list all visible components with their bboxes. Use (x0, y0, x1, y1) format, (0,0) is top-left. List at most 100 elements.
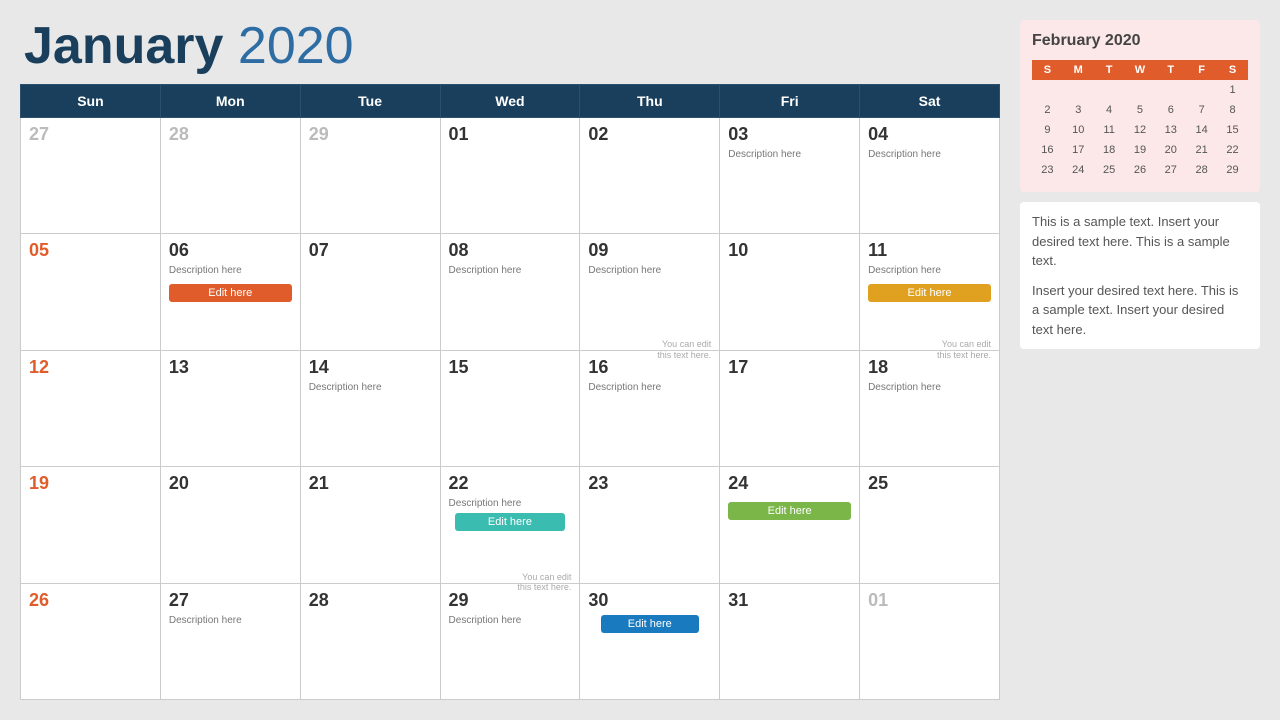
day-number: 31 (728, 590, 851, 611)
calendar-header-row: Sun Mon Tue Wed Thu Fri Sat (21, 85, 1000, 118)
calendar-day-1-1: 06 Description here Edit here (160, 234, 300, 350)
mini-day-4-3: 26 (1125, 160, 1156, 180)
mini-day-2-2: 11 (1094, 120, 1125, 140)
mini-day-4-4: 27 (1155, 160, 1186, 180)
calendar-day-0-1: 28 (160, 118, 300, 234)
edit-button[interactable]: Edit here (169, 284, 292, 302)
day-number: 30 (588, 590, 711, 611)
mini-day-1-3: 5 (1125, 100, 1156, 120)
calendar-day-4-5: 31 (720, 583, 860, 699)
day-note: You can edit this text here. (931, 339, 991, 361)
edit-button[interactable]: Edit here (601, 615, 699, 633)
calendar-day-1-3: 08Description here (440, 234, 580, 350)
mini-day-1-4: 6 (1155, 100, 1186, 120)
day-number: 14 (309, 357, 432, 378)
day-description: Description here (588, 265, 711, 276)
day-number: 28 (309, 590, 432, 611)
day-number: 07 (309, 240, 432, 261)
calendar-week-0: 272829010203Description here04Descriptio… (21, 118, 1000, 234)
day-description: Description here (169, 265, 292, 276)
mini-h-s1: S (1032, 60, 1063, 80)
day-description: Description here (449, 265, 572, 276)
day-number: 28 (169, 124, 292, 145)
day-number: 04 (868, 124, 991, 145)
calendar-week-4: 2627Description here28You can edit this … (21, 583, 1000, 699)
mini-day-0-6: 1 (1217, 80, 1248, 100)
calendar-day-4-6: 01 (860, 583, 1000, 699)
mini-calendar: S M T W T F S 12345678910111213141516171… (1032, 60, 1248, 180)
calendar-day-1-2: 07 (300, 234, 440, 350)
calendar-day-1-0: 05 (21, 234, 161, 350)
day-description: Description here (449, 615, 572, 626)
calendar-day-0-3: 01 (440, 118, 580, 234)
calendar-day-0-5: 03Description here (720, 118, 860, 234)
mini-calendar-container: February 2020 S M T W T F S 123456789101… (1020, 20, 1260, 192)
calendar-day-4-1: 27Description here (160, 583, 300, 699)
mini-day-1-5: 7 (1186, 100, 1217, 120)
mini-day-3-4: 20 (1155, 140, 1186, 160)
calendar-day-3-4: 23 (580, 467, 720, 583)
mini-h-t1: T (1094, 60, 1125, 80)
calendar-day-2-1: 13 (160, 350, 300, 466)
day-number: 09 (588, 240, 711, 261)
main-calendar: Sun Mon Tue Wed Thu Fri Sat 27 28 29 01 02 03… (20, 84, 1000, 700)
edit-button[interactable]: Edit here (728, 502, 851, 520)
edit-button[interactable]: Edit here (455, 513, 566, 531)
calendar-day-3-5: 24 Edit here (720, 467, 860, 583)
day-number: 02 (588, 124, 711, 145)
calendar-day-1-6: 11Description hereEdit here (860, 234, 1000, 350)
header-thu: Thu (580, 85, 720, 118)
mini-day-2-1: 10 (1063, 120, 1094, 140)
header-tue: Tue (300, 85, 440, 118)
mini-day-1-0: 2 (1032, 100, 1063, 120)
mini-day-2-6: 15 (1217, 120, 1248, 140)
sidebar-text-2: Insert your desired text here. This is a… (1032, 281, 1248, 340)
calendar-day-2-4: You can edit this text here.16Descriptio… (580, 350, 720, 466)
day-note: You can edit this text here. (511, 572, 571, 594)
sidebar: February 2020 S M T W T F S 123456789101… (1020, 20, 1260, 700)
mini-day-0-0 (1032, 80, 1063, 100)
mini-day-1-2: 4 (1094, 100, 1125, 120)
calendar-day-4-2: 28 (300, 583, 440, 699)
day-number: 05 (29, 240, 152, 261)
day-note: You can edit this text here. (651, 339, 711, 361)
calendar-day-2-2: 14 Description here (300, 350, 440, 466)
calendar-day-0-6: 04Description here (860, 118, 1000, 234)
sidebar-text: This is a sample text. Insert your desir… (1020, 202, 1260, 349)
day-number: 27 (169, 590, 292, 611)
day-number: 01 (868, 590, 991, 611)
day-number: 06 (169, 240, 292, 261)
title-light: 2020 (223, 17, 353, 75)
day-number: 11 (868, 240, 991, 261)
mini-day-4-6: 29 (1217, 160, 1248, 180)
day-number: 20 (169, 473, 292, 494)
calendar-day-2-6: You can edit this text here.18Descriptio… (860, 350, 1000, 466)
calendar-week-2: 121314Description here15You can edit thi… (21, 350, 1000, 466)
calendar-day-2-0: 12 (21, 350, 161, 466)
mini-day-4-0: 23 (1032, 160, 1063, 180)
day-description: Description here (588, 382, 711, 393)
mini-day-4-5: 28 (1186, 160, 1217, 180)
mini-day-0-1 (1063, 80, 1094, 100)
calendar-day-4-0: 26 (21, 583, 161, 699)
mini-day-2-0: 9 (1032, 120, 1063, 140)
calendar-day-3-2: 21 (300, 467, 440, 583)
mini-day-4-2: 25 (1094, 160, 1125, 180)
day-number: 29 (309, 124, 432, 145)
day-description: Description here (868, 382, 991, 393)
mini-day-0-5 (1186, 80, 1217, 100)
day-number: 24 (728, 473, 851, 494)
sidebar-text-1: This is a sample text. Insert your desir… (1032, 212, 1248, 271)
mini-h-t2: T (1155, 60, 1186, 80)
edit-button[interactable]: Edit here (868, 284, 991, 302)
day-number: 26 (29, 590, 152, 611)
page-title: January 2020 (20, 20, 1000, 72)
calendar-day-2-3: 15 (440, 350, 580, 466)
mini-day-2-5: 14 (1186, 120, 1217, 140)
mini-day-0-2 (1094, 80, 1125, 100)
title-bold: January (24, 17, 223, 75)
mini-day-0-4 (1155, 80, 1186, 100)
day-description: Description here (309, 382, 432, 393)
mini-day-3-1: 17 (1063, 140, 1094, 160)
header-sat: Sat (860, 85, 1000, 118)
